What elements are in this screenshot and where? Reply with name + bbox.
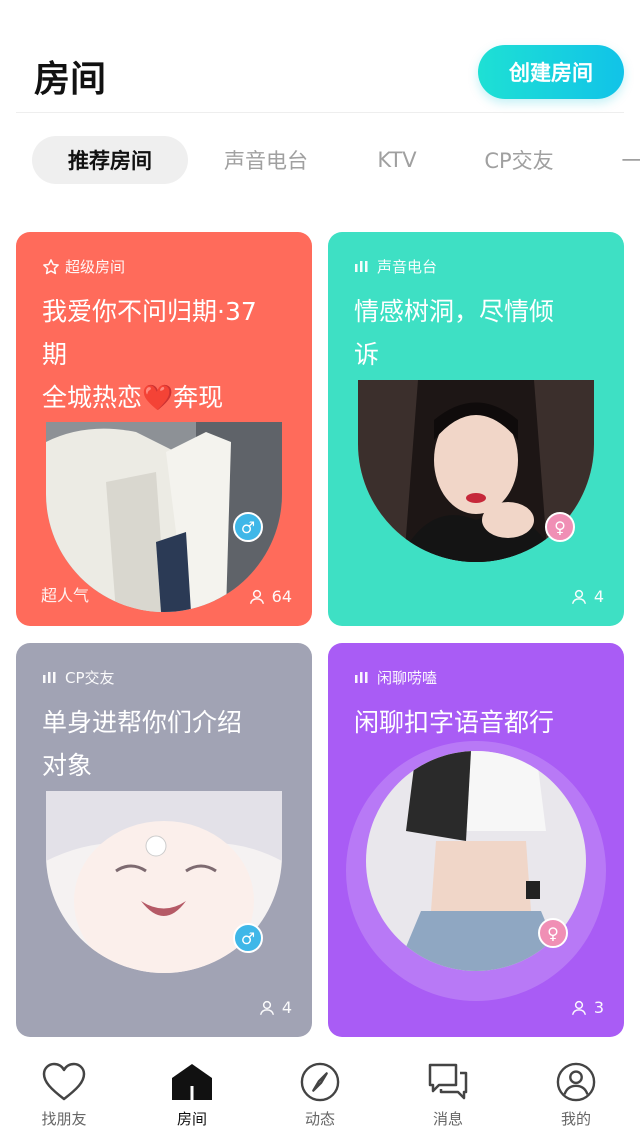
- member-count-value: 4: [281, 998, 292, 1017]
- room-tag-label: 闲聊唠嗑: [377, 669, 438, 687]
- room-title: 我爱你不问归期·37 期 全城热恋❤️奔现: [42, 297, 257, 412]
- tab-more[interactable]: 一: [612, 136, 640, 184]
- female-icon: ♀: [545, 512, 575, 542]
- category-tabs: 推荐房间 声音电台 KTV CP交友 一: [0, 136, 640, 186]
- room-card[interactable]: 超级房间 我爱你不问归期·37 期 全城热恋❤️奔现 ♂ 超人气 64: [16, 232, 312, 626]
- tab-recommended[interactable]: 推荐房间: [32, 136, 188, 184]
- room-title: 单身进帮你们介绍 对象: [42, 708, 243, 780]
- nav-label: 房间: [176, 1110, 207, 1128]
- nav-label: 消息: [432, 1110, 463, 1128]
- nav-label: 动态: [304, 1110, 335, 1128]
- audio-bars-icon: [43, 671, 56, 683]
- nav-me[interactable]: 我的: [528, 1062, 624, 1129]
- room-card[interactable]: CP交友 单身进帮你们介绍 对象 ♂ 4: [16, 643, 312, 1037]
- nav-rooms[interactable]: 房间: [144, 1062, 240, 1129]
- person-icon: [249, 589, 264, 604]
- room-card[interactable]: 闲聊唠嗑 闲聊扣字语音都行 ♀ 3: [328, 643, 624, 1037]
- room-tag: 声音电台: [354, 256, 437, 277]
- audio-bars-icon: [355, 671, 368, 683]
- page-title: 房间: [34, 59, 107, 100]
- audio-bars-icon: [355, 260, 368, 272]
- chat-bubbles-icon: [428, 1063, 468, 1100]
- room-tag: 超级房间: [42, 256, 125, 277]
- nav-label: 我的: [560, 1110, 591, 1128]
- room-title: 闲聊扣字语音都行: [354, 708, 555, 737]
- room-tag: CP交友: [42, 667, 115, 688]
- member-count: 64: [248, 587, 292, 606]
- member-count-value: 3: [593, 998, 604, 1017]
- header: 房间 创建房间: [0, 0, 640, 112]
- tab-cp[interactable]: CP交友: [466, 136, 572, 184]
- room-tag-label: CP交友: [65, 669, 115, 687]
- compass-icon: [300, 1062, 340, 1102]
- person-icon: [571, 1000, 586, 1015]
- member-count: 3: [570, 998, 604, 1017]
- nav-label: 找朋友: [41, 1110, 87, 1128]
- tab-voice-radio[interactable]: 声音电台: [204, 136, 328, 184]
- person-icon: [259, 1000, 274, 1015]
- person-icon: [571, 589, 586, 604]
- room-tag-label: 声音电台: [377, 258, 438, 276]
- create-room-button[interactable]: 创建房间: [478, 45, 624, 99]
- header-divider: [16, 112, 624, 113]
- male-icon: ♂: [233, 923, 263, 953]
- nav-find-friends[interactable]: 找朋友: [16, 1062, 112, 1129]
- house-icon: [172, 1064, 212, 1100]
- heart-icon: [42, 1062, 86, 1101]
- popularity-badge: 超人气: [41, 586, 90, 605]
- nav-moments[interactable]: 动态: [272, 1062, 368, 1129]
- tab-ktv[interactable]: KTV: [352, 136, 442, 184]
- bottom-tab-bar: 找朋友 房间 动态 消息 我的: [0, 1050, 640, 1138]
- female-icon: ♀: [538, 918, 568, 948]
- member-count-value: 4: [593, 587, 604, 606]
- nav-messages[interactable]: 消息: [400, 1062, 496, 1129]
- room-tag: 闲聊唠嗑: [354, 667, 437, 688]
- room-card[interactable]: 声音电台 情感树洞，尽情倾 诉 ♀ 4: [328, 232, 624, 626]
- star-icon: [43, 258, 59, 274]
- room-tag-label: 超级房间: [65, 258, 126, 276]
- user-icon: [556, 1062, 596, 1102]
- member-count-value: 64: [271, 587, 292, 606]
- room-title: 情感树洞，尽情倾 诉: [354, 297, 555, 369]
- member-count: 4: [258, 998, 292, 1017]
- male-icon: ♂: [233, 512, 263, 542]
- member-count: 4: [570, 587, 604, 606]
